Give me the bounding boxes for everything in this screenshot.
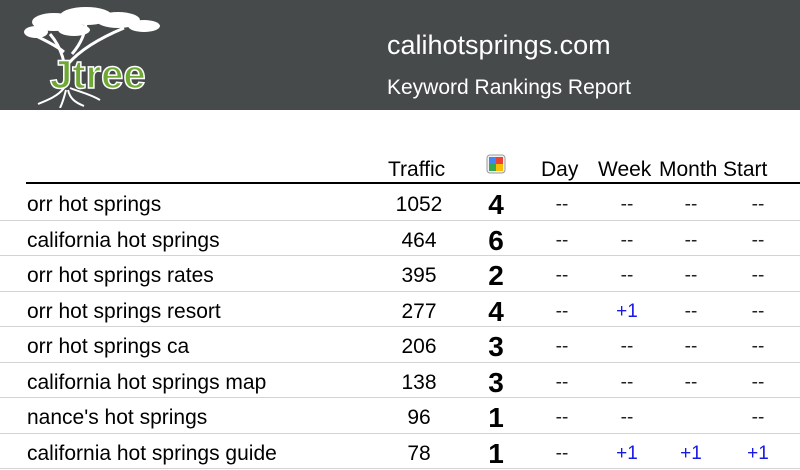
rankings-table: orr hot springs 1052 4 -- -- -- -- calif… — [0, 185, 800, 469]
google-rank: 2 — [488, 260, 504, 291]
traffic-value: 464 — [401, 228, 437, 252]
google-rank: 4 — [488, 189, 504, 220]
day-change: -- — [555, 407, 569, 428]
keyword: orr hot springs ca — [27, 335, 190, 358]
keyword: california hot springs — [27, 228, 220, 252]
table-row: nance's hot springs 96 1 -- -- -- — [0, 398, 800, 434]
keyword: orr hot springs rates — [27, 264, 214, 287]
table-row: orr hot springs rates 395 2 -- -- -- -- — [0, 256, 800, 292]
column-header-start: Start — [723, 158, 768, 181]
start-change: -- — [751, 300, 765, 322]
month-change: -- — [684, 194, 698, 215]
column-header-day: Day — [541, 158, 579, 181]
month-change: +1 — [680, 442, 702, 464]
day-change: -- — [555, 300, 569, 322]
month-change: -- — [684, 265, 698, 286]
keyword: california hot springs guide — [27, 441, 277, 465]
week-change: -- — [620, 229, 634, 251]
start-change: -- — [751, 194, 765, 215]
start-change: -- — [751, 336, 765, 357]
day-change: -- — [555, 265, 569, 286]
table-row: orr hot springs 1052 4 -- -- -- -- — [0, 185, 800, 221]
day-change: -- — [555, 336, 569, 357]
keyword: orr hot springs resort — [27, 299, 221, 323]
table-row: orr hot springs ca 206 3 -- -- -- -- — [0, 327, 800, 363]
month-change: -- — [684, 336, 698, 357]
traffic-value: 96 — [407, 406, 431, 429]
google-rank: 1 — [488, 437, 504, 469]
traffic-value: 1052 — [395, 193, 443, 216]
jtree-logo: Jtree — [24, 7, 160, 108]
start-change: -- — [751, 229, 765, 251]
week-change: +1 — [616, 300, 638, 322]
week-change: -- — [620, 407, 634, 428]
start-change: -- — [751, 407, 765, 428]
week-change: -- — [620, 336, 634, 357]
google-rank: 6 — [488, 224, 504, 256]
traffic-value: 138 — [401, 370, 437, 394]
day-change: -- — [555, 229, 569, 251]
svg-text:Jtree: Jtree — [50, 53, 146, 97]
report-header: Jtree calihotsprings.com Keyword Ranking… — [0, 0, 800, 110]
google-rank: 3 — [488, 366, 504, 398]
day-change: -- — [555, 194, 569, 215]
site-title: calihotsprings.com — [387, 30, 611, 60]
traffic-value: 206 — [401, 335, 437, 358]
start-change: -- — [751, 265, 765, 286]
report-title: Keyword Rankings Report — [387, 76, 631, 99]
day-change: -- — [555, 442, 569, 464]
month-change: -- — [684, 229, 698, 251]
traffic-value: 395 — [401, 264, 437, 287]
week-change: +1 — [616, 442, 638, 464]
keyword: nance's hot springs — [27, 406, 208, 429]
google-rank: 4 — [488, 295, 504, 327]
week-change: -- — [620, 265, 634, 286]
table-row: california hot springs 464 6 -- -- -- -- — [0, 221, 800, 256]
column-header-month: Month — [659, 158, 718, 181]
traffic-value: 277 — [401, 299, 437, 323]
month-change: -- — [684, 371, 698, 393]
table-row: orr hot springs resort 277 4 -- +1 -- -- — [0, 292, 800, 327]
table-row: california hot springs guide 78 1 -- +1 … — [0, 434, 800, 469]
keyword: orr hot springs — [27, 193, 162, 216]
traffic-value: 78 — [407, 441, 431, 465]
week-change: -- — [620, 194, 634, 215]
google-icon — [486, 154, 506, 174]
header-divider — [26, 182, 800, 184]
column-header-week: Week — [598, 158, 652, 181]
google-rank: 1 — [488, 402, 504, 433]
week-change: -- — [620, 371, 634, 393]
table-row: california hot springs map 138 3 -- -- -… — [0, 363, 800, 398]
keyword: california hot springs map — [27, 370, 267, 394]
day-change: -- — [555, 371, 569, 393]
column-header-traffic: Traffic — [388, 158, 446, 181]
start-change: +1 — [747, 442, 769, 464]
google-rank: 3 — [488, 331, 504, 362]
month-change: -- — [684, 300, 698, 322]
start-change: -- — [751, 371, 765, 393]
